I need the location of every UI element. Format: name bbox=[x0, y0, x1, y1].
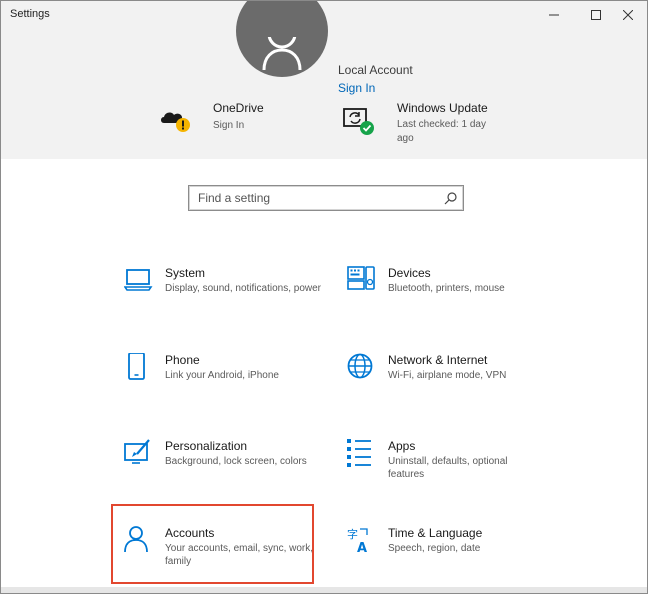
category-description: Display, sound, notifications, power bbox=[165, 283, 322, 294]
settings-window: Settings Local Account Sign In OneDrive … bbox=[0, 0, 648, 594]
close-button[interactable] bbox=[607, 1, 647, 29]
category-description: Link your Android, iPhone bbox=[165, 370, 279, 381]
accounts-highlight-box bbox=[111, 504, 314, 584]
category-title: System bbox=[165, 266, 206, 280]
bottom-border bbox=[1, 587, 647, 593]
category-apps[interactable]: Apps Uninstall, defaults, optional featu… bbox=[347, 439, 547, 501]
laptop-icon bbox=[124, 269, 153, 291]
search-icon bbox=[444, 192, 457, 205]
avatar[interactable] bbox=[236, 1, 328, 77]
account-type-label: Local Account bbox=[338, 63, 413, 77]
category-phone[interactable]: Phone Link your Android, iPhone bbox=[124, 353, 324, 415]
onedrive-item[interactable]: OneDrive Sign In bbox=[159, 101, 309, 141]
globe-icon bbox=[347, 353, 373, 379]
windows-update-icon bbox=[343, 108, 374, 135]
category-description: Background, lock screen, colors bbox=[165, 456, 307, 467]
onedrive-subtitle: Sign In bbox=[213, 120, 245, 131]
category-description: Bluetooth, printers, mouse bbox=[388, 283, 505, 294]
phone-icon bbox=[128, 353, 145, 380]
category-title: Phone bbox=[165, 353, 200, 367]
sign-in-link[interactable]: Sign In bbox=[338, 81, 375, 95]
paint-brush-icon bbox=[124, 439, 150, 464]
onedrive-warning-icon bbox=[161, 112, 190, 132]
maximize-icon bbox=[591, 10, 601, 20]
svg-text:A: A bbox=[357, 541, 367, 556]
category-time-language[interactable]: 字 A Time & Language Speech, region, date bbox=[347, 526, 547, 588]
minimize-icon bbox=[549, 14, 559, 16]
category-title: Network & Internet bbox=[388, 353, 488, 367]
category-title: Devices bbox=[388, 266, 431, 280]
apps-list-icon bbox=[347, 439, 371, 467]
window-title: Settings bbox=[10, 8, 50, 20]
windows-update-subtitle: Last checked: 1 day ago bbox=[397, 119, 486, 144]
category-title: Personalization bbox=[165, 439, 248, 453]
windows-update-item[interactable]: Windows Update Last checked: 1 day ago bbox=[342, 101, 502, 149]
category-title: Apps bbox=[388, 439, 416, 453]
time-language-icon: 字 A bbox=[347, 527, 368, 556]
svg-text:字: 字 bbox=[347, 527, 358, 541]
category-description: Speech, region, date bbox=[388, 543, 481, 554]
account-header: Local Account Sign In OneDrive Sign In W… bbox=[1, 1, 647, 159]
category-title: Time & Language bbox=[388, 526, 483, 540]
category-network-internet[interactable]: Network & Internet Wi-Fi, airplane mode,… bbox=[347, 353, 547, 415]
category-personalization[interactable]: Personalization Background, lock screen,… bbox=[124, 439, 324, 501]
search-input[interactable] bbox=[189, 186, 463, 210]
category-description: Wi-Fi, airplane mode, VPN bbox=[388, 370, 507, 381]
user-silhouette-icon bbox=[262, 37, 302, 71]
category-system[interactable]: System Display, sound, notifications, po… bbox=[124, 266, 324, 328]
keyboard-devices-icon bbox=[347, 266, 375, 290]
windows-update-title: Windows Update bbox=[397, 101, 488, 115]
close-icon bbox=[623, 10, 633, 20]
category-description: Uninstall, defaults, optional features bbox=[388, 456, 508, 480]
onedrive-title: OneDrive bbox=[213, 101, 264, 115]
search-box[interactable] bbox=[188, 185, 464, 211]
category-devices[interactable]: Devices Bluetooth, printers, mouse bbox=[347, 266, 547, 328]
minimize-button[interactable] bbox=[533, 1, 575, 29]
